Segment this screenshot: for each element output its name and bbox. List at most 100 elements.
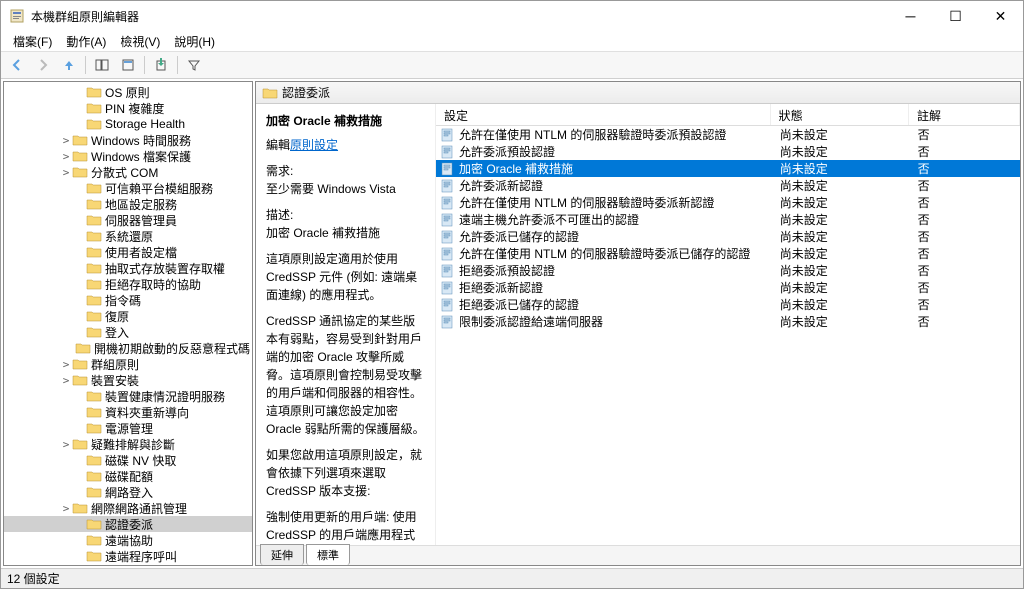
properties-button[interactable] xyxy=(116,53,140,77)
export-button[interactable] xyxy=(149,53,173,77)
forward-button[interactable] xyxy=(31,53,55,77)
tree-item[interactable]: 認證委派 xyxy=(4,516,252,532)
policy-name: 遠端主機允許委派不可匯出的認證 xyxy=(459,211,772,228)
status-bar: 12 個設定 xyxy=(1,568,1023,588)
close-button[interactable]: ✕ xyxy=(978,1,1023,31)
content-area: OS 原則PIN 複雜度Storage Health>Windows 時間服務>… xyxy=(1,79,1023,568)
policy-row[interactable]: 拒絕委派新認證尚未設定否 xyxy=(436,279,1020,296)
up-button[interactable] xyxy=(57,53,81,77)
tree-item[interactable]: 可信賴平台模組服務 xyxy=(4,180,252,196)
tree-label: 登入 xyxy=(105,324,129,341)
policy-row[interactable]: 限制委派認證給遠端伺服器尚未設定否 xyxy=(436,313,1020,330)
tree-item[interactable]: >分散式 COM xyxy=(4,164,252,180)
tree-item[interactable]: 使用者設定檔 xyxy=(4,244,252,260)
tree-item[interactable]: 復原 xyxy=(4,308,252,324)
policy-row[interactable]: 拒絕委派預設認證尚未設定否 xyxy=(436,262,1020,279)
edit-policy-link[interactable]: 原則設定 xyxy=(290,138,338,152)
tree-item[interactable]: 系統還原 xyxy=(4,228,252,244)
tree-item[interactable]: PIN 複雜度 xyxy=(4,100,252,116)
policy-comment: 否 xyxy=(910,245,1020,262)
policy-comment: 否 xyxy=(910,279,1020,296)
policy-state: 尚未設定 xyxy=(772,211,910,228)
tree-item[interactable]: > Windows 時間服務 xyxy=(4,132,252,148)
policy-comment: 否 xyxy=(910,126,1020,143)
tree-label: 遠端程序呼叫 xyxy=(105,548,177,565)
tree-item[interactable]: 增強的存放區存取 xyxy=(4,564,252,566)
tree-label: Windows 檔案保護 xyxy=(91,148,191,165)
tree-item[interactable]: 伺服器管理員 xyxy=(4,212,252,228)
expand-icon[interactable]: > xyxy=(60,374,72,387)
menu-file[interactable]: 檔案(F) xyxy=(7,31,58,52)
policy-name: 加密 Oracle 補救措施 xyxy=(459,160,772,177)
policy-row[interactable]: 允許在僅使用 NTLM 的伺服器驗證時委派新認證尚未設定否 xyxy=(436,194,1020,211)
tree-item[interactable]: 電源管理 xyxy=(4,420,252,436)
expand-icon[interactable]: > xyxy=(60,438,72,451)
policy-row[interactable]: 允許在僅使用 NTLM 的伺服器驗證時委派預設認證尚未設定否 xyxy=(436,126,1020,143)
tree-item[interactable]: 裝置健康情況證明服務 xyxy=(4,388,252,404)
tree-item[interactable]: > 網際網路通訊管理 xyxy=(4,500,252,516)
tree-label: 網際網路通訊管理 xyxy=(91,500,187,517)
tree-item[interactable]: 磁碟 NV 快取 xyxy=(4,452,252,468)
tree-label: 認證委派 xyxy=(105,516,153,533)
policy-row[interactable]: 加密 Oracle 補救措施尚未設定否 xyxy=(436,160,1020,177)
tree-label: 群組原則 xyxy=(91,356,139,373)
col-state[interactable]: 狀態 xyxy=(771,104,909,125)
list-header: 設定 狀態 註解 xyxy=(436,104,1020,126)
maximize-button[interactable]: ☐ xyxy=(933,1,978,31)
policy-row[interactable]: 遠端主機允許委派不可匯出的認證尚未設定否 xyxy=(436,211,1020,228)
minimize-button[interactable]: ─ xyxy=(888,1,933,31)
tree-item[interactable]: 拒絕存取時的協助 xyxy=(4,276,252,292)
policy-row[interactable]: 允許委派預設認證尚未設定否 xyxy=(436,143,1020,160)
policy-row[interactable]: 拒絕委派已儲存的認證尚未設定否 xyxy=(436,296,1020,313)
filter-button[interactable] xyxy=(182,53,206,77)
col-comment[interactable]: 註解 xyxy=(909,104,1020,125)
col-setting[interactable]: 設定 xyxy=(436,104,771,125)
tree-label: 遠端協助 xyxy=(105,532,153,549)
expand-icon[interactable]: > xyxy=(60,166,72,179)
tree-item[interactable]: >疑難排解與診斷 xyxy=(4,436,252,452)
tree-item[interactable]: 網路登入 xyxy=(4,484,252,500)
tree-item[interactable]: > 群組原則 xyxy=(4,356,252,372)
tree-item[interactable]: > Windows 檔案保護 xyxy=(4,148,252,164)
policy-row[interactable]: 允許在僅使用 NTLM 的伺服器驗證時委派已儲存的認證尚未設定否 xyxy=(436,245,1020,262)
policy-comment: 否 xyxy=(910,211,1020,228)
tree-item[interactable]: 指令碼 xyxy=(4,292,252,308)
policy-list[interactable]: 設定 狀態 註解 允許在僅使用 NTLM 的伺服器驗證時委派預設認證尚未設定否允… xyxy=(436,104,1020,545)
expand-icon[interactable]: > xyxy=(60,134,72,147)
tree-label: 地區設定服務 xyxy=(105,196,177,213)
expand-icon[interactable]: > xyxy=(60,358,72,371)
tree-item[interactable]: >裝置安裝 xyxy=(4,372,252,388)
expand-icon[interactable]: > xyxy=(60,502,72,515)
titlebar: 本機群組原則編輯器 ─ ☐ ✕ xyxy=(1,1,1023,31)
policy-row[interactable]: 允許委派新認證尚未設定否 xyxy=(436,177,1020,194)
menubar: 檔案(F) 動作(A) 檢視(V) 說明(H) xyxy=(1,31,1023,51)
tree-item[interactable]: 磁碟配額 xyxy=(4,468,252,484)
tree-item[interactable]: 地區設定服務 xyxy=(4,196,252,212)
tab-extended[interactable]: 延伸 xyxy=(260,544,304,565)
tree-item[interactable]: 開機初期啟動的反惡意程式碼 xyxy=(4,340,252,356)
show-hide-tree-button[interactable] xyxy=(90,53,114,77)
menu-help[interactable]: 說明(H) xyxy=(168,31,221,52)
menu-view[interactable]: 檢視(V) xyxy=(114,31,166,52)
navigation-tree[interactable]: OS 原則PIN 複雜度Storage Health>Windows 時間服務>… xyxy=(3,81,253,566)
policy-row[interactable]: 允許委派已儲存的認證尚未設定否 xyxy=(436,228,1020,245)
policy-comment: 否 xyxy=(910,296,1020,313)
menu-action[interactable]: 動作(A) xyxy=(60,31,112,52)
expand-icon[interactable]: > xyxy=(60,150,72,163)
policy-name: 允許在僅使用 NTLM 的伺服器驗證時委派已儲存的認證 xyxy=(459,245,772,262)
policy-name: 允許在僅使用 NTLM 的伺服器驗證時委派預設認證 xyxy=(459,126,772,143)
tree-item[interactable]: 遠端程序呼叫 xyxy=(4,548,252,564)
tree-label: 增強的存放區存取 xyxy=(105,564,201,567)
policy-state: 尚未設定 xyxy=(772,279,910,296)
tree-item[interactable]: OS 原則 xyxy=(4,84,252,100)
back-button[interactable] xyxy=(5,53,29,77)
tree-label: Windows 時間服務 xyxy=(91,132,191,149)
tree-item[interactable]: 登入 xyxy=(4,324,252,340)
tree-item[interactable]: 抽取式存放裝置存取權 xyxy=(4,260,252,276)
policy-state: 尚未設定 xyxy=(772,160,910,177)
tree-label: 電源管理 xyxy=(105,420,153,437)
tree-item[interactable]: 遠端協助 xyxy=(4,532,252,548)
tree-item[interactable]: Storage Health xyxy=(4,116,252,132)
tree-item[interactable]: 資料夾重新導向 xyxy=(4,404,252,420)
tab-standard[interactable]: 標準 xyxy=(306,544,350,565)
